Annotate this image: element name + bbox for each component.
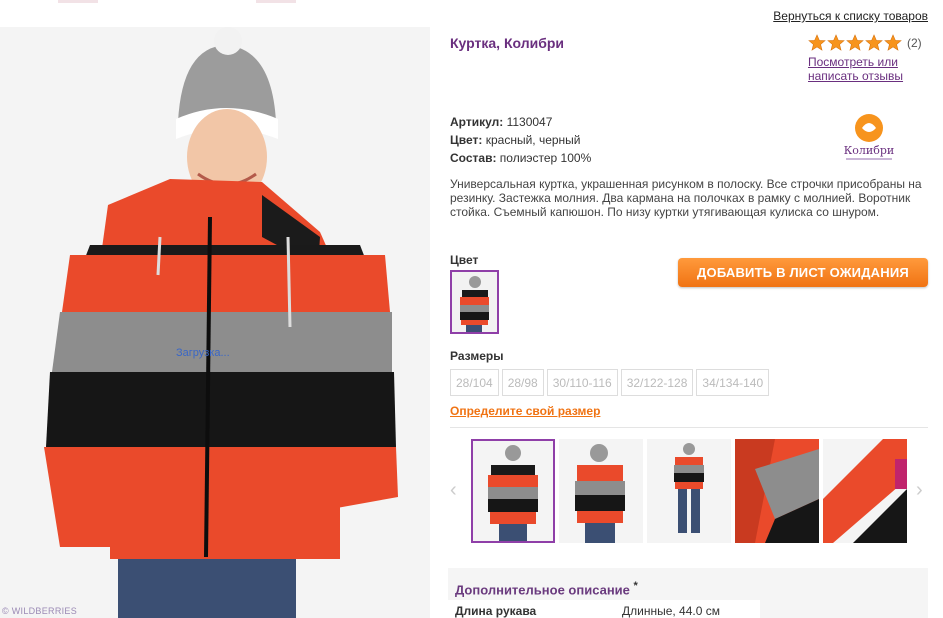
additional-description-title-text: Дополнительное описание: [455, 582, 630, 598]
color-label: Цвет: [450, 253, 479, 267]
sizes-label: Размеры: [450, 349, 504, 363]
thumbnail[interactable]: [735, 439, 819, 543]
top-divider: [58, 0, 98, 3]
additional-description-title: Дополнительное описание *: [455, 580, 638, 597]
thumbnail[interactable]: [471, 439, 555, 543]
size-options: 28/104 28/98 30/110-116 32/122-128 34/13…: [450, 369, 772, 396]
size-option[interactable]: 28/104: [450, 369, 499, 396]
spec-label: Состав:: [450, 151, 497, 165]
product-description: Универсальная куртка, украшенная рисунко…: [450, 177, 922, 219]
spec-label: Артикул:: [450, 115, 504, 129]
size-option[interactable]: 28/98: [501, 369, 544, 396]
back-to-list-link[interactable]: Вернуться к списку товаров: [773, 9, 928, 23]
star-icon: [884, 34, 902, 51]
star-icon: [808, 34, 826, 51]
size-option[interactable]: 30/110-116: [546, 369, 618, 396]
size-guide-link[interactable]: Определите свой размер: [450, 404, 600, 418]
spec-value: красный, черный: [485, 133, 581, 147]
brand-logo-text: Колибри: [844, 144, 894, 157]
main-product-image[interactable]: Загрузка... © WILDBERRIES: [0, 27, 430, 618]
top-divider: [256, 0, 296, 3]
size-option[interactable]: 32/122-128: [620, 369, 694, 396]
rating-count: (2): [907, 36, 922, 50]
spec-value: 1130047: [506, 115, 553, 129]
add-to-waitlist-button[interactable]: ДОБАВИТЬ В ЛИСТ ОЖИДАНИЯ: [678, 258, 928, 287]
product-title: Куртка, Колибри: [450, 35, 564, 51]
star-icon: [865, 34, 883, 51]
star-rating[interactable]: (2): [808, 34, 922, 52]
rating: (2): [808, 34, 922, 52]
star-icon: [827, 34, 845, 51]
size-option[interactable]: 34/134-140: [696, 369, 770, 396]
attribute-name: Длина рукава: [455, 604, 537, 618]
attribute-value: Длинные, 44.0 см: [622, 604, 720, 618]
thumbnail[interactable]: [559, 439, 643, 543]
reviews-link[interactable]: Посмотреть или написать отзывы: [808, 55, 918, 83]
spec-value: полиэстер 100%: [499, 151, 592, 165]
spec-row: Артикул: 1130047: [450, 113, 591, 131]
chevron-right-icon[interactable]: ›: [916, 480, 930, 500]
star-icon: [846, 34, 864, 51]
watermark: © WILDBERRIES: [2, 606, 78, 616]
spec-row: Состав: полиэстер 100%: [450, 149, 591, 167]
divider: [450, 427, 928, 428]
brand-logo[interactable]: Колибри: [838, 110, 900, 165]
chevron-left-icon[interactable]: ‹: [450, 480, 464, 500]
loading-indicator: Загрузка...: [176, 347, 230, 359]
product-specs: Артикул: 1130047 Цвет: красный, черный С…: [450, 113, 591, 167]
asterisk: *: [633, 580, 638, 592]
color-swatch[interactable]: [450, 270, 499, 334]
spec-row: Цвет: красный, черный: [450, 131, 591, 149]
thumbnail-carousel: [471, 439, 911, 543]
thumbnail[interactable]: [823, 439, 907, 543]
thumbnail[interactable]: [647, 439, 731, 543]
top-bar: [0, 0, 943, 8]
spec-label: Цвет:: [450, 133, 483, 147]
